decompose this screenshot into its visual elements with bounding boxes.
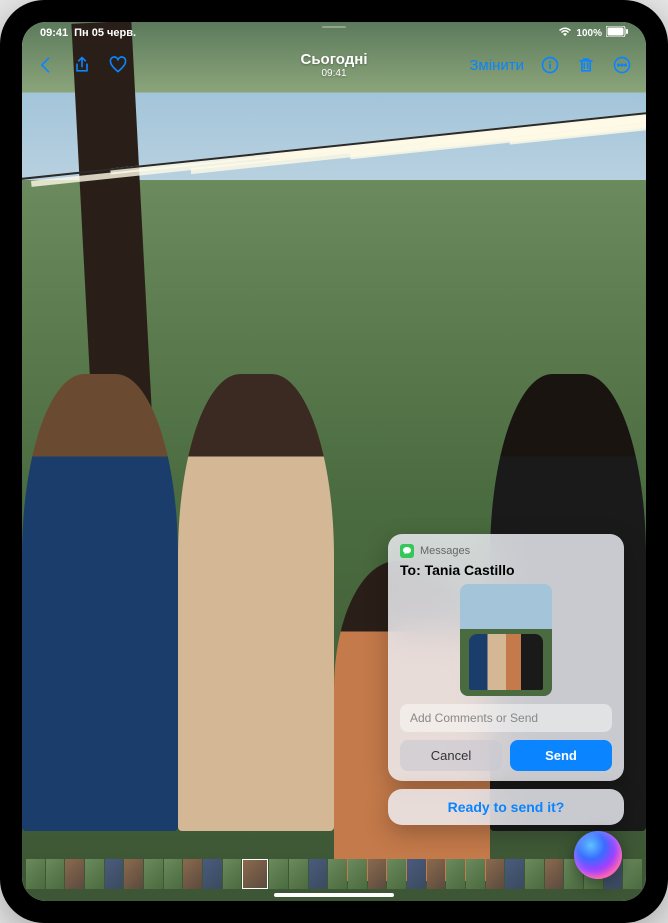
home-indicator[interactable] [274,893,394,897]
messages-app-label: Messages [420,545,470,557]
thumbnail-item[interactable] [348,859,367,889]
multitask-indicator[interactable] [322,26,346,28]
share-button[interactable] [72,55,92,75]
to-prefix: To: [400,562,421,578]
siri-prompt[interactable]: Ready to send it? [388,789,624,825]
thumbnail-item[interactable] [46,859,65,889]
person-1 [22,374,178,831]
messages-app-icon [400,544,414,558]
thumbnail-item[interactable] [65,859,84,889]
thumbnail-item[interactable] [309,859,328,889]
thumbnail-item[interactable] [289,859,308,889]
thumbnail-item[interactable] [368,859,387,889]
wifi-icon [558,27,572,40]
comment-input[interactable]: Add Comments or Send [400,704,612,732]
thumbnail-item[interactable] [446,859,465,889]
thumbnail-item[interactable] [545,859,564,889]
send-button[interactable]: Send [510,740,612,771]
favorite-button[interactable] [108,55,128,75]
more-button[interactable] [612,55,632,75]
thumbnail-item[interactable] [387,859,406,889]
attachment-preview[interactable] [460,584,552,696]
thumbnail-item[interactable] [466,859,485,889]
cancel-button[interactable]: Cancel [400,740,502,771]
siri-panel: Messages To: Tania Castillo Add Comments… [388,534,624,825]
recipient-line: To: Tania Castillo [400,562,612,578]
thumbnail-item[interactable] [328,859,347,889]
thumbnail-item[interactable] [407,859,426,889]
thumbnail-item[interactable] [26,859,45,889]
thumbnail-item[interactable] [427,859,446,889]
battery-percent: 100% [576,28,602,39]
thumbnail-strip[interactable] [22,859,646,889]
thumbnail-item[interactable] [183,859,202,889]
back-button[interactable] [36,55,56,75]
status-bar: 09:41 Пн 05 черв. 100% [22,22,646,44]
nav-bar: Сьогодні 09:41 Змінити [22,44,646,86]
thumbnail-item[interactable] [203,859,222,889]
info-button[interactable] [540,55,560,75]
status-date: Пн 05 черв. [74,27,136,39]
recipient-name: Tania Castillo [425,562,515,578]
siri-orb-icon[interactable] [574,831,622,879]
thumbnail-item[interactable] [144,859,163,889]
thumbnail-item[interactable] [164,859,183,889]
battery-icon [606,26,628,40]
ipad-device-frame: 09:41 Пн 05 черв. 100% [0,0,668,923]
nav-title: Сьогодні [301,51,368,68]
thumbnail-item[interactable] [223,859,242,889]
thumbnail-item[interactable] [505,859,524,889]
thumbnail-item[interactable] [269,859,288,889]
thumbnail-item[interactable] [623,859,642,889]
thumbnail-item[interactable] [525,859,544,889]
person-2 [178,374,334,831]
thumbnail-item[interactable] [124,859,143,889]
messages-share-card: Messages To: Tania Castillo Add Comments… [388,534,624,781]
edit-button[interactable]: Змінити [469,57,524,74]
screen: 09:41 Пн 05 черв. 100% [22,22,646,901]
nav-subtitle: 09:41 [301,68,368,79]
thumbnail-item[interactable] [486,859,505,889]
status-time: 09:41 [40,27,68,39]
thumbnail-item[interactable] [105,859,124,889]
thumbnail-item[interactable] [85,859,104,889]
thumbnail-item-active[interactable] [242,859,268,889]
trash-button[interactable] [576,55,596,75]
